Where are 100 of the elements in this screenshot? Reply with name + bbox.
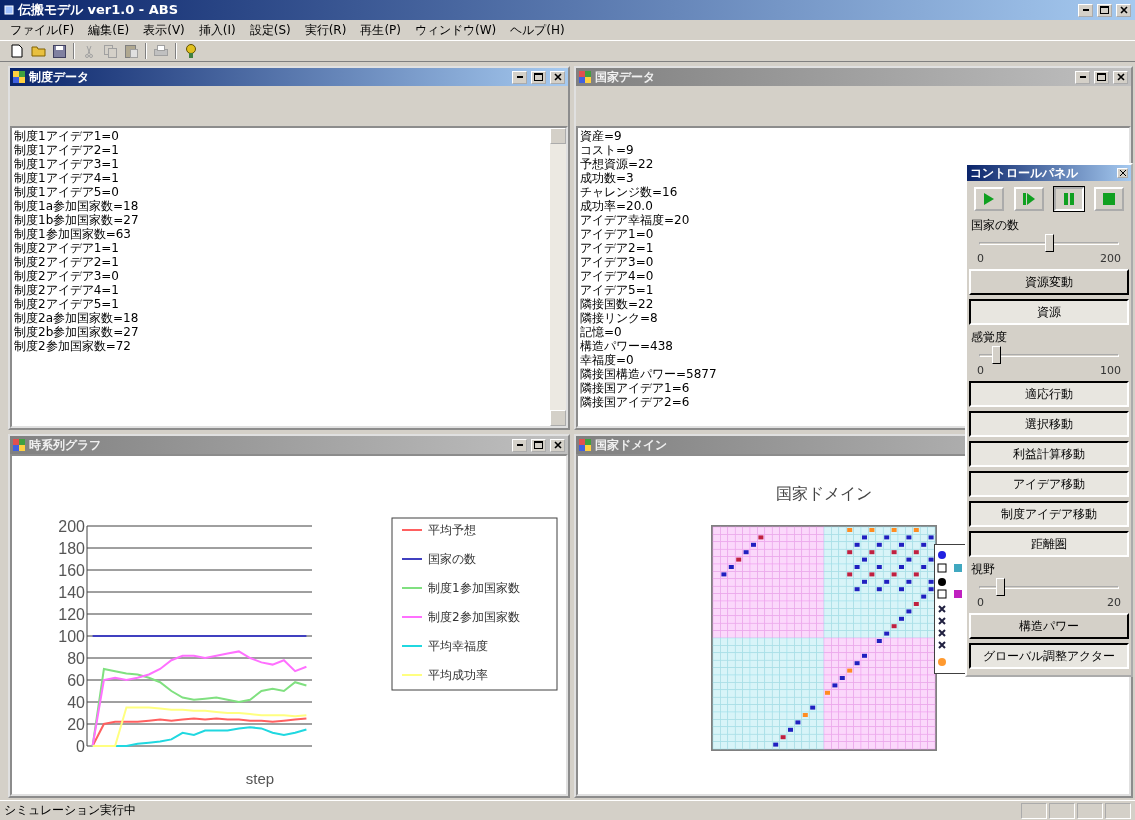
maximize-button[interactable]	[531, 438, 546, 452]
toggle-button[interactable]: 適応行動	[969, 381, 1129, 407]
folder-icon	[30, 45, 46, 57]
data-line: アイデア4=0	[580, 269, 654, 283]
media-button[interactable]	[1014, 187, 1044, 211]
minimize-icon	[516, 76, 523, 78]
y-tick-label: 80	[66, 650, 85, 667]
data-line: 制度2アイデア3=0	[14, 269, 119, 283]
status-pane	[1105, 802, 1131, 819]
data-line: 制度2アイデア5=1	[14, 297, 119, 311]
data-line: 制度2アイデア1=1	[14, 241, 119, 255]
menu-item[interactable]: 編集(E)	[84, 21, 134, 39]
toggle-button[interactable]: 利益計算移動	[969, 441, 1129, 467]
slider-thumb[interactable]	[991, 346, 1001, 364]
status-pane	[1049, 802, 1075, 819]
maximize-icon	[534, 73, 543, 81]
minimize-button[interactable]	[512, 70, 527, 84]
slider-thumb[interactable]	[996, 578, 1005, 596]
data-line: 制度1a参加国家数=18	[14, 199, 139, 213]
data-line: 制度2b参加国家数=27	[14, 325, 139, 339]
media-button[interactable]	[1094, 187, 1124, 211]
media-button[interactable]	[1054, 187, 1084, 211]
menu-item[interactable]: ウィンドウ(W)	[411, 21, 501, 39]
data-line: アイデア3=0	[580, 255, 654, 269]
slider-label: 感覚度	[970, 330, 1007, 344]
close-button[interactable]	[1117, 168, 1128, 178]
minimize-button[interactable]	[1075, 70, 1090, 84]
toggle-button[interactable]: 選択移動	[969, 411, 1129, 437]
media-button[interactable]	[974, 187, 1004, 211]
new-file-button[interactable]	[8, 42, 26, 60]
close-button[interactable]	[1116, 3, 1131, 17]
data-line: 制度1アイデア4=1	[14, 171, 119, 185]
save-button[interactable]	[50, 42, 68, 60]
child-window-title: 国家データ	[595, 68, 656, 86]
window-title: 伝搬モデル ver1.0 - ABS	[18, 1, 180, 19]
close-icon	[553, 441, 562, 449]
slider-max-label: 20	[1107, 596, 1121, 609]
close-button[interactable]	[550, 438, 565, 452]
legend-label: 平均予想	[427, 523, 476, 537]
y-tick-label: 140	[57, 584, 85, 601]
legend-label: 制度1参加国家数	[427, 581, 520, 595]
data-line: 制度1アイデア2=1	[14, 143, 119, 157]
close-icon	[553, 73, 562, 81]
data-line: 隣接国構造パワー=5877	[580, 367, 717, 381]
page-icon	[11, 44, 23, 58]
data-line: 幸福度=0	[580, 353, 634, 367]
data-line: 制度1アイデア1=0	[14, 129, 119, 143]
menu-item[interactable]: ファイル(F)	[6, 21, 79, 39]
y-tick-label: 0	[75, 738, 85, 755]
x-axis-label: step	[245, 770, 274, 787]
data-line: アイデア1=0	[580, 227, 654, 241]
data-line: 隣接リンク=8	[580, 311, 658, 325]
play-icon	[983, 192, 995, 206]
app-icon	[4, 5, 14, 15]
data-line: 構造パワー=438	[580, 339, 673, 353]
toggle-button[interactable]: グローバル調整アクター	[969, 643, 1129, 669]
maximize-button[interactable]	[531, 70, 546, 84]
slider-thumb[interactable]	[1045, 234, 1054, 252]
scrollbar[interactable]	[550, 128, 566, 426]
menu-item[interactable]: 挿入(I)	[194, 21, 240, 39]
toggle-button[interactable]: 資源変動	[969, 269, 1129, 295]
toggle-button[interactable]: 距離圏	[969, 531, 1129, 557]
data-line: 予想資源=22	[580, 157, 654, 171]
menu-item[interactable]: 設定(S)	[245, 21, 295, 39]
slider-min-label: 0	[977, 364, 984, 377]
toggle-button[interactable]: 制度アイデア移動	[969, 501, 1129, 527]
data-line: 制度1アイデア3=1	[14, 157, 119, 171]
close-button[interactable]	[1113, 70, 1128, 84]
y-tick-label: 60	[66, 672, 85, 689]
toggle-button[interactable]: アイデア移動	[969, 471, 1129, 497]
panel-title: コントロールパネル	[970, 164, 1079, 182]
maximize-icon	[1097, 73, 1106, 81]
data-line: アイデア5=1	[580, 283, 654, 297]
map-title: 国家ドメイン	[775, 484, 873, 505]
toggle-button[interactable]: 資源	[969, 299, 1129, 325]
minimize-button[interactable]	[512, 438, 527, 452]
status-pane	[1021, 802, 1047, 819]
legend-label: 国家の数	[427, 552, 476, 566]
y-tick-label: 160	[57, 562, 85, 579]
window-icon	[579, 71, 591, 83]
close-button[interactable]	[550, 70, 565, 84]
window-icon	[579, 439, 591, 451]
y-tick-label: 200	[57, 518, 85, 535]
slider-min-label: 0	[977, 252, 984, 265]
maximize-button[interactable]	[1094, 70, 1109, 84]
window-icon	[13, 71, 25, 83]
data-line: 成功数=3	[580, 171, 634, 185]
data-line: 資産=9	[580, 129, 622, 143]
maximize-button[interactable]	[1097, 3, 1112, 17]
menu-item[interactable]: ヘルプ(H)	[506, 21, 569, 39]
data-line: 制度2参加国家数=72	[14, 339, 131, 353]
menu-item[interactable]: 実行(R)	[300, 21, 351, 39]
y-tick-label: 40	[66, 694, 85, 711]
slider-min-label: 0	[977, 596, 984, 609]
menu-item[interactable]: 表示(V)	[139, 21, 189, 39]
toggle-button[interactable]: 構造パワー	[969, 613, 1129, 639]
menu-item[interactable]: 再生(P)	[356, 21, 405, 39]
copy-icon	[103, 44, 117, 58]
paste-button[interactable]	[122, 42, 140, 60]
minimize-button[interactable]	[1078, 3, 1093, 17]
